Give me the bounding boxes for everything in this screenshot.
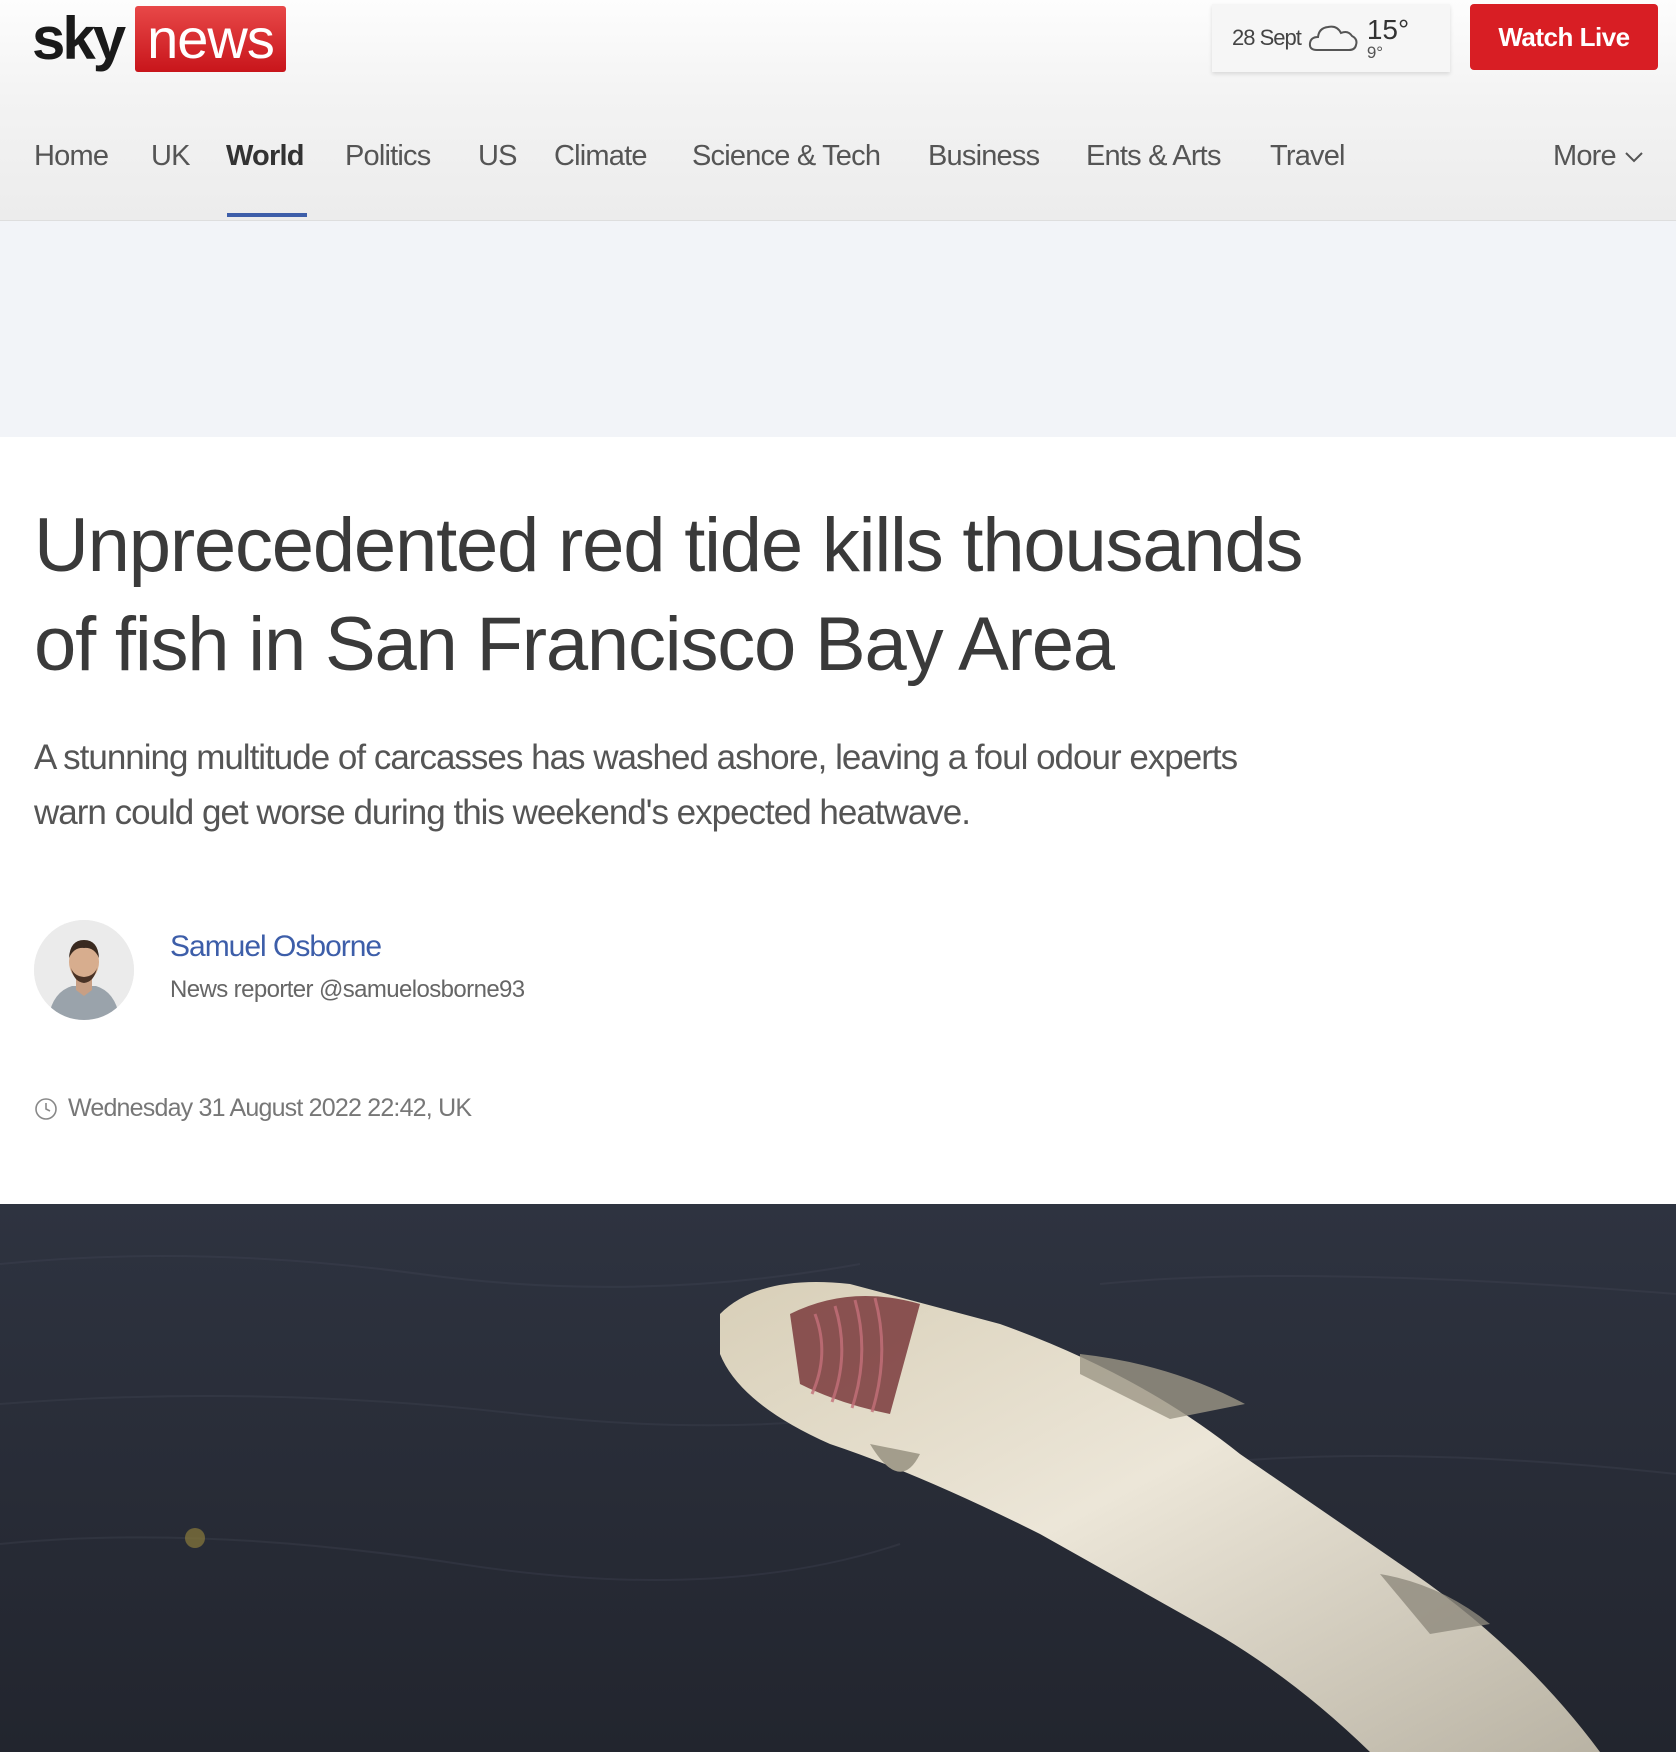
- nav-item-uk[interactable]: UK: [151, 140, 190, 173]
- nav-item-politics[interactable]: Politics: [345, 140, 431, 173]
- standfirst-line-2: warn could get worse during this weekend…: [34, 793, 971, 832]
- active-nav-indicator: [227, 213, 307, 217]
- logo-sky-text: sky: [32, 5, 126, 72]
- nav-more-label: More: [1553, 140, 1617, 172]
- clock-icon: [35, 1097, 57, 1120]
- weather-high: 15°: [1366, 13, 1410, 45]
- nav-item-home[interactable]: Home: [34, 140, 109, 173]
- main-nav: Home UK World Politics US Climate Scienc…: [34, 140, 1654, 220]
- standfirst-line-1: A stunning multitude of carcasses has wa…: [34, 738, 1238, 777]
- chevron-down-icon: [1625, 152, 1643, 163]
- logo-news-text: news: [135, 6, 286, 72]
- article-headline: Unprecedented red tide kills thousands o…: [34, 496, 1474, 694]
- author-name-link[interactable]: Samuel Osborne: [170, 930, 382, 964]
- nav-item-climate[interactable]: Climate: [554, 140, 648, 173]
- sky-news-logo[interactable]: sky news: [32, 6, 286, 72]
- timestamp-text: Wednesday 31 August 2022 22:42, UK: [68, 1094, 472, 1122]
- nav-more-button[interactable]: More: [1553, 140, 1644, 173]
- article-timestamp: Wednesday 31 August 2022 22:42, UK: [34, 1094, 472, 1123]
- author-avatar[interactable]: [34, 920, 134, 1020]
- nav-item-us[interactable]: US: [478, 140, 517, 173]
- article-standfirst: A stunning multitude of carcasses has wa…: [34, 730, 1414, 840]
- ad-placeholder: [0, 221, 1676, 437]
- dead-fish-photo: [0, 1204, 1676, 1752]
- site-header: sky news 28 Sept 15° 9° Watch Live Home …: [0, 0, 1676, 221]
- nav-item-ents-arts[interactable]: Ents & Arts: [1086, 140, 1221, 173]
- cloud-icon: [1308, 25, 1358, 51]
- weather-temps: 15° 9°: [1366, 13, 1410, 62]
- nav-item-world[interactable]: World: [226, 140, 304, 173]
- author-role: News reporter @samuelosborne93: [170, 976, 525, 1004]
- weather-date: 28 Sept: [1232, 25, 1302, 50]
- headline-line-2: of fish in San Francisco Bay Area: [34, 602, 1115, 687]
- nav-item-science-tech[interactable]: Science & Tech: [692, 140, 881, 173]
- weather-widget[interactable]: 28 Sept 15° 9°: [1212, 4, 1450, 72]
- author-title: News reporter: [170, 976, 314, 1003]
- weather-low: 9°: [1366, 42, 1384, 62]
- author-twitter-handle[interactable]: @samuelosborne93: [319, 976, 525, 1003]
- watch-live-button[interactable]: Watch Live: [1470, 4, 1658, 70]
- nav-item-travel[interactable]: Travel: [1270, 140, 1345, 173]
- nav-item-business[interactable]: Business: [928, 140, 1040, 173]
- headline-line-1: Unprecedented red tide kills thousands: [34, 503, 1304, 588]
- article-hero-image[interactable]: [0, 1204, 1676, 1752]
- author-portrait-image: [34, 920, 134, 1020]
